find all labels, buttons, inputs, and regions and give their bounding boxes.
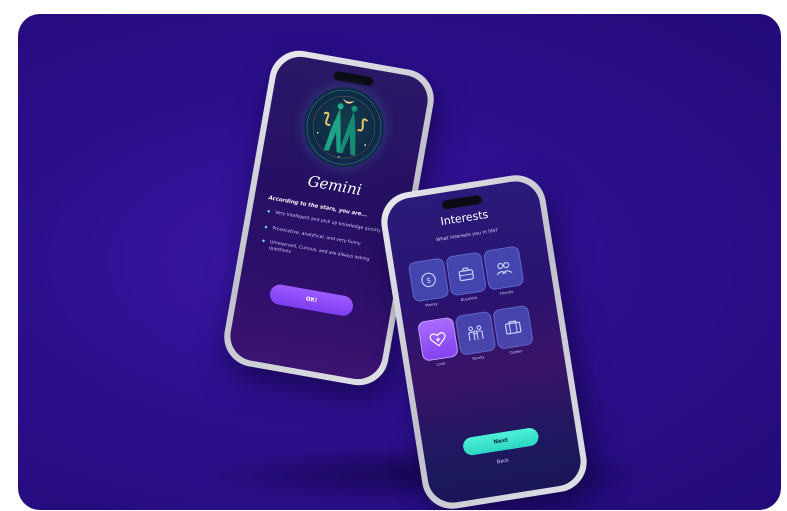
heart-plus-icon (429, 332, 446, 347)
ok-button[interactable]: OK! (268, 283, 355, 318)
interest-tile-friends[interactable] (482, 245, 525, 291)
sparkle-icon: ✦ (260, 237, 267, 246)
family-icon (468, 325, 484, 341)
friends-icon (496, 262, 513, 276)
sparkle-icon: ✦ (262, 223, 269, 232)
interest-tile-business[interactable] (445, 251, 488, 297)
interest-tile-love[interactable] (417, 316, 459, 362)
money-coin-icon: $ (421, 272, 436, 288)
interest-tile-career[interactable] (492, 304, 534, 350)
sparkle-icon: ✦ (265, 208, 272, 216)
back-link[interactable]: Back (426, 447, 579, 477)
briefcase-icon (458, 267, 474, 282)
interest-tile-family[interactable] (454, 310, 497, 356)
career-bag-icon (505, 320, 522, 335)
gemini-twins-icon (297, 80, 391, 174)
next-button[interactable]: Next (461, 426, 540, 457)
dynamic-island (441, 194, 483, 210)
interest-tile-money[interactable]: $ (407, 257, 450, 303)
dynamic-island (333, 70, 375, 87)
svg-text:$: $ (426, 275, 432, 285)
showcase-background: Gemini According to the stars, you are..… (18, 14, 781, 510)
